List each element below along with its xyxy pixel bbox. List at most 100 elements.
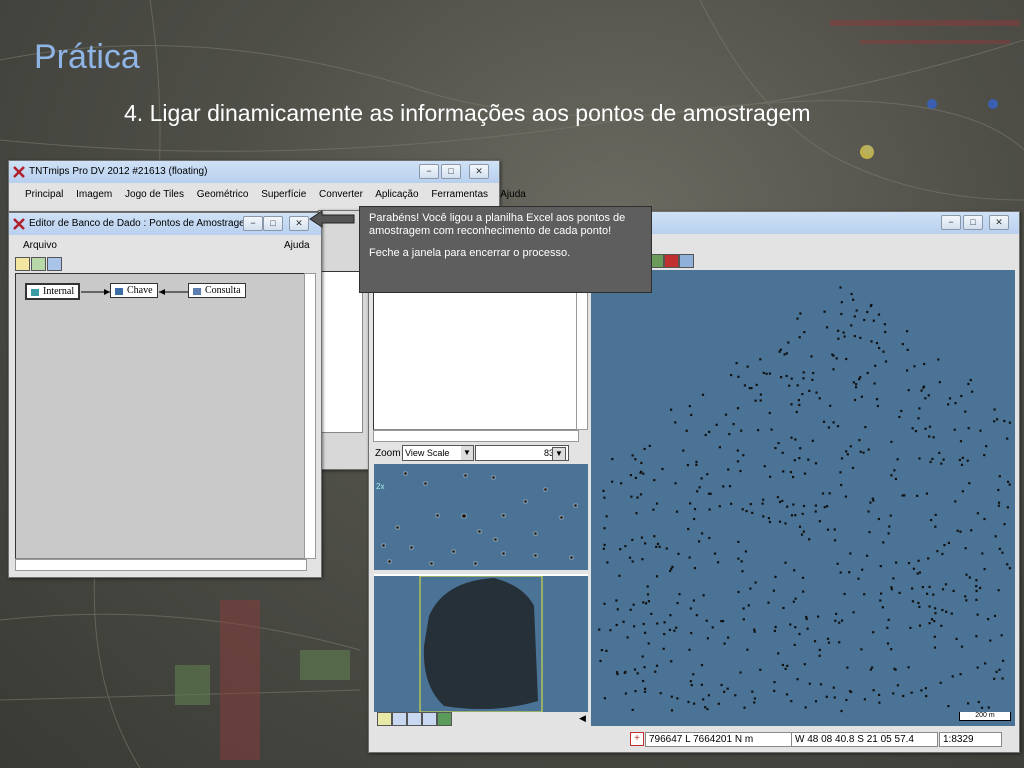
- sample-point: [954, 500, 957, 503]
- sample-point: [967, 702, 970, 705]
- zoom-out-icon[interactable]: [407, 712, 422, 726]
- close-button[interactable]: ✕: [989, 215, 1009, 230]
- sample-point: [767, 601, 770, 604]
- menu-converter[interactable]: Converter: [319, 189, 363, 200]
- close-button[interactable]: ✕: [469, 164, 489, 179]
- maximize-button[interactable]: □: [441, 164, 461, 179]
- sample-point: [655, 502, 659, 505]
- sample-point: [653, 535, 656, 538]
- sample-point: [634, 690, 637, 693]
- sample-point: [924, 427, 927, 430]
- sample-point: [861, 568, 864, 571]
- sample-point: [700, 664, 704, 667]
- sample-point: [641, 558, 644, 561]
- chevron-left-icon[interactable]: ◀: [579, 713, 586, 724]
- menu-ferramentas[interactable]: Ferramentas: [431, 189, 488, 200]
- minimize-button[interactable]: −: [941, 215, 961, 230]
- sample-point: [964, 595, 967, 598]
- menu-aplicacao[interactable]: Aplicação: [375, 189, 418, 200]
- sample-point: [640, 461, 643, 464]
- sample-point: [769, 475, 772, 478]
- layers-icon[interactable]: [437, 712, 452, 726]
- sample-point: [829, 404, 832, 407]
- sample-point: [741, 570, 744, 573]
- sample-point: [840, 312, 843, 316]
- sample-point: [843, 335, 846, 338]
- sample-point: [693, 508, 697, 511]
- sample-point: [626, 636, 629, 639]
- sample-point: [773, 681, 776, 684]
- overview-map[interactable]: [374, 574, 588, 712]
- sample-point: [711, 626, 714, 629]
- sample-point: [839, 286, 842, 289]
- sample-point: [869, 501, 872, 504]
- sample-point: [871, 497, 874, 500]
- sample-point: [890, 648, 893, 651]
- sample-point: [952, 589, 955, 592]
- sample-point: [1008, 483, 1011, 486]
- sample-point: [862, 451, 865, 454]
- sample-point: [971, 390, 974, 393]
- color-palette-icon[interactable]: [664, 254, 679, 268]
- sample-point: [737, 375, 740, 378]
- menu-principal[interactable]: Principal: [25, 189, 63, 200]
- sample-point: [976, 613, 979, 616]
- legend-horizontal-scrollbar[interactable]: [373, 430, 579, 442]
- sample-point: [896, 458, 899, 461]
- sample-point: [884, 360, 888, 363]
- sample-point: [810, 355, 813, 358]
- sample-point: [878, 346, 881, 350]
- zoom-select-value: View Scale: [405, 448, 450, 458]
- sample-point: [795, 410, 798, 414]
- zoom-in-icon[interactable]: [392, 712, 407, 726]
- sample-point: [853, 335, 856, 338]
- sample-point: [839, 571, 842, 574]
- horizontal-scrollbar[interactable]: [15, 559, 307, 571]
- sample-point: [742, 607, 745, 610]
- sample-point: [845, 450, 848, 453]
- sample-point: [815, 391, 818, 394]
- sample-point: [792, 503, 795, 506]
- sample-point: [759, 358, 762, 361]
- sample-point: [656, 622, 659, 625]
- menu-ajuda[interactable]: Ajuda: [500, 189, 526, 200]
- sample-point: [713, 552, 717, 555]
- sample-point: [632, 603, 635, 606]
- zoom-full-icon[interactable]: [422, 712, 437, 726]
- sample-point: [967, 382, 970, 386]
- sample-point: [917, 559, 920, 562]
- sample-point: [715, 423, 718, 426]
- sample-point: [867, 510, 870, 513]
- main-map-view[interactable]: 200 m: [591, 270, 1015, 726]
- zoom-select[interactable]: View Scale ▼: [402, 445, 474, 461]
- settings-icon[interactable]: [679, 254, 694, 268]
- sample-point: [682, 449, 685, 452]
- menu-imagem[interactable]: Imagem: [76, 189, 112, 200]
- sample-point: [717, 561, 720, 564]
- sample-point: [762, 371, 765, 374]
- menu-jogo-de-tiles[interactable]: Jogo de Tiles: [125, 189, 184, 200]
- main-window-title: TNTmips Pro DV 2012 #21613 (floating): [29, 166, 208, 177]
- minimize-button[interactable]: −: [419, 164, 439, 179]
- sample-point: [975, 579, 978, 582]
- sample-point: [803, 663, 806, 666]
- sample-point: [754, 581, 757, 584]
- locator-zoom-map[interactable]: 2x: [374, 464, 588, 570]
- scale-bar-label: 200 m: [975, 712, 995, 719]
- sample-point: [796, 678, 799, 681]
- sample-point: [889, 514, 892, 517]
- sample-point: [807, 458, 810, 461]
- menu-geometrico[interactable]: Geométrico: [197, 189, 249, 200]
- menu-superficie[interactable]: Superfície: [261, 189, 306, 200]
- sample-point: [642, 472, 645, 475]
- sample-point: [912, 567, 915, 570]
- legend-vertical-scrollbar[interactable]: [576, 270, 588, 430]
- zoom-dropdown-button[interactable]: ▼: [552, 447, 566, 461]
- main-window-titlebar[interactable]: TNTmips Pro DV 2012 #21613 (floating) − …: [9, 161, 499, 183]
- sample-point: [827, 426, 830, 429]
- list-icon[interactable]: [377, 712, 392, 726]
- maximize-button[interactable]: □: [963, 215, 983, 230]
- sample-point: [863, 593, 866, 596]
- sample-point: [900, 409, 903, 413]
- sample-point: [735, 362, 738, 365]
